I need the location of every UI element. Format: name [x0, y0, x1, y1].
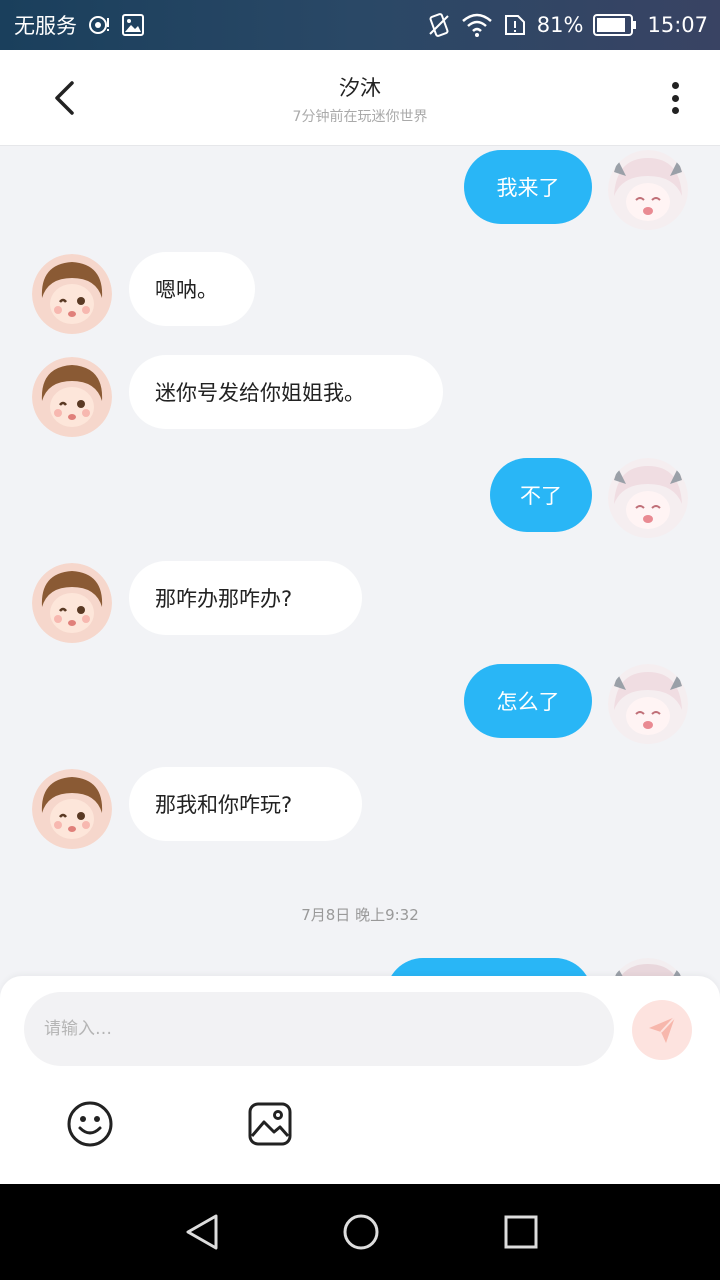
contact-avatar[interactable] — [32, 254, 112, 334]
carrier-label: 无服务 — [14, 14, 77, 38]
message-bubble[interactable]: 那咋办那咋办? — [129, 561, 362, 635]
message-input[interactable] — [24, 992, 614, 1066]
message-bubble[interactable]: 不了 — [490, 458, 592, 532]
message-timestamp: 7月8日 晚上9:32 — [301, 906, 419, 924]
my-avatar[interactable] — [608, 958, 688, 976]
contact-avatar[interactable] — [32, 769, 112, 849]
message-bubble-partial[interactable] — [386, 958, 592, 976]
clock: 15:07 — [647, 13, 708, 37]
image-icon — [248, 1102, 292, 1146]
message-bubble[interactable]: 那我和你咋玩? — [129, 767, 362, 841]
vibrate-icon — [427, 12, 451, 38]
image-button[interactable] — [246, 1100, 294, 1148]
contact-avatar[interactable] — [32, 563, 112, 643]
recents-square-icon — [504, 1215, 538, 1249]
presence-status: 7分钟前在玩迷你世界 — [292, 109, 428, 125]
message-bubble[interactable]: 我来了 — [464, 150, 592, 224]
system-nav-bar — [0, 1184, 720, 1280]
smile-icon — [67, 1101, 113, 1147]
title-block: 汐沐 7分钟前在玩迷你世界 — [0, 72, 720, 126]
chat-header: 汐沐 7分钟前在玩迷你世界 — [0, 50, 720, 146]
home-circle-icon — [343, 1214, 379, 1250]
location-icon — [87, 13, 111, 37]
image-notification-icon — [121, 13, 145, 37]
message-bubble[interactable]: 怎么了 — [464, 664, 592, 738]
emoji-button[interactable] — [66, 1100, 114, 1148]
my-avatar[interactable] — [608, 664, 688, 744]
my-avatar[interactable] — [608, 458, 688, 538]
more-vertical-icon — [671, 82, 679, 89]
sim-icon — [503, 13, 527, 37]
status-bar: 无服务 81% 15:07 — [0, 0, 720, 50]
nav-home-button[interactable] — [341, 1212, 381, 1252]
send-button[interactable] — [632, 1000, 692, 1060]
more-options-button[interactable] — [660, 80, 690, 116]
page-title: 汐沐 — [339, 76, 381, 100]
message-list[interactable]: 我来了嗯呐。迷你号发给你姐姐我。 不了那咋办那咋办? 怎么了那我和你咋玩? 7月8日… — [0, 146, 720, 976]
my-avatar[interactable] — [608, 150, 688, 230]
composer-panel — [0, 976, 720, 1184]
message-bubble[interactable]: 嗯呐。 — [129, 252, 255, 326]
back-triangle-icon — [186, 1214, 218, 1250]
send-icon — [649, 1016, 676, 1043]
battery-icon — [593, 14, 637, 36]
nav-recents-button[interactable] — [501, 1212, 541, 1252]
nav-back-button[interactable] — [182, 1212, 222, 1252]
contact-avatar[interactable] — [32, 357, 112, 437]
wifi-icon — [461, 13, 493, 37]
battery-percent: 81% — [536, 13, 584, 37]
message-bubble[interactable]: 迷你号发给你姐姐我。 — [129, 355, 443, 429]
